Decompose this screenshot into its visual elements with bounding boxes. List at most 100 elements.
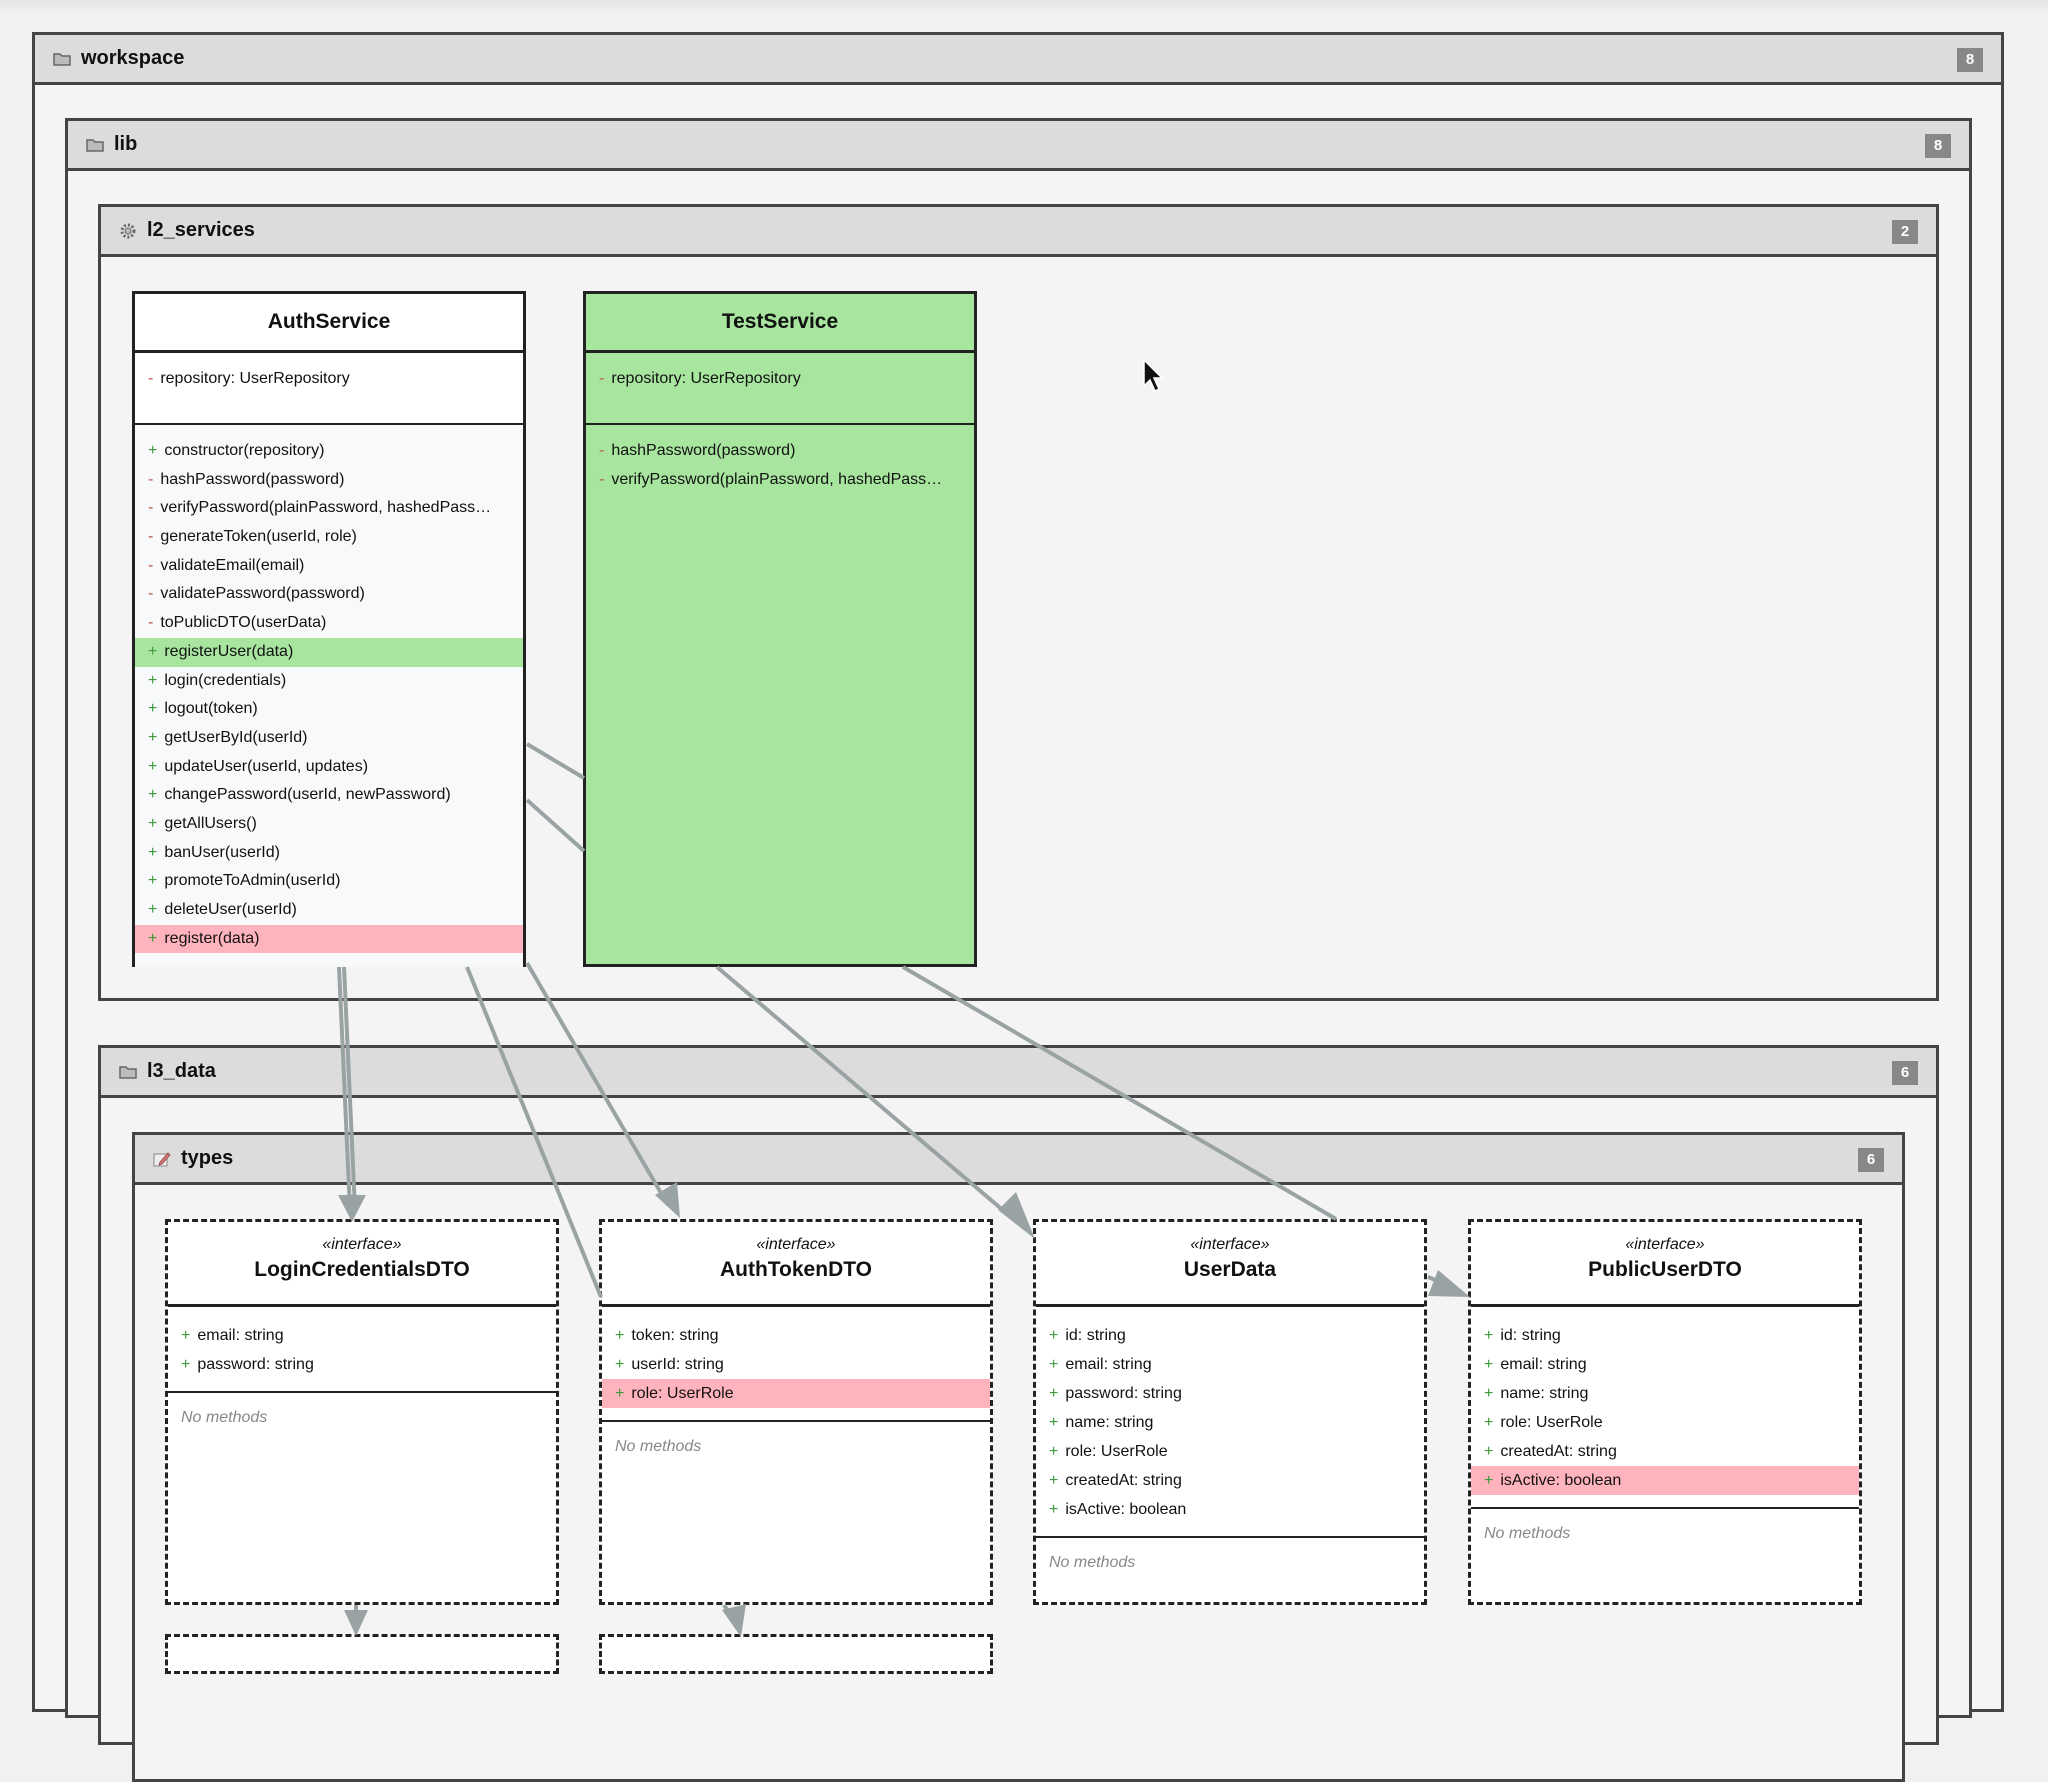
class-header[interactable]: «interface» AuthTokenDTO <box>602 1222 990 1307</box>
package-header[interactable]: types 6 <box>135 1135 1902 1185</box>
member-row[interactable]: + constructor(repository) <box>135 437 523 466</box>
member-row[interactable]: + email: string <box>1471 1350 1859 1379</box>
class-header[interactable]: «interface» PublicUserDTO <box>1471 1222 1859 1307</box>
public-visibility-marker: + <box>1484 1414 1494 1431</box>
member-row[interactable]: + getUserById(userId) <box>135 724 523 753</box>
class-name: TestService <box>721 310 839 333</box>
public-visibility-marker: + <box>181 1356 191 1373</box>
member-row[interactable]: + createdAt: string <box>1471 1437 1859 1466</box>
member-row[interactable]: + name: string <box>1471 1379 1859 1408</box>
gear-icon <box>119 223 137 239</box>
attributes-section: - repository: UserRepository <box>135 353 523 425</box>
class-header[interactable]: AuthService <box>135 294 523 353</box>
class-header[interactable]: TestService <box>586 294 974 353</box>
class-auth-token-dto[interactable]: «interface» AuthTokenDTO + token: string +… <box>599 1219 993 1605</box>
member-row[interactable]: - hashPassword(password) <box>586 437 974 466</box>
member-row[interactable]: + id: string <box>1036 1321 1424 1350</box>
member-row[interactable]: + token: string <box>602 1321 990 1350</box>
public-visibility-marker: + <box>148 786 158 804</box>
attribute-list: + id: string + email: string + password: stri… <box>1036 1321 1424 1524</box>
class-name: AuthService <box>267 310 391 333</box>
member-row[interactable]: - validateEmail(email) <box>135 552 523 581</box>
class-box-partial[interactable] <box>599 1634 993 1674</box>
member-row[interactable]: + createdAt: string <box>1036 1466 1424 1495</box>
member-row[interactable]: + deleteUser(userId) <box>135 896 523 925</box>
member-text: updateUser(userId, updates) <box>164 757 369 775</box>
member-row[interactable]: + logout(token) <box>135 695 523 724</box>
member-row[interactable]: + registerUser(data) <box>135 637 523 667</box>
member-text: getUserById(userId) <box>164 728 308 746</box>
member-text: email: string <box>1065 1356 1152 1373</box>
attributes-section: - repository: UserRepository <box>586 353 974 425</box>
member-row[interactable]: + isActive: boolean <box>1036 1495 1424 1524</box>
member-text: banUser(userId) <box>164 843 280 861</box>
class-auth-service[interactable]: AuthService - repository: UserRepository … <box>132 291 526 967</box>
stereotype-label: «interface» <box>1190 1236 1270 1253</box>
member-row[interactable]: + role: UserRole <box>1471 1408 1859 1437</box>
member-row[interactable]: + register(data) <box>135 924 523 954</box>
public-visibility-marker: + <box>1049 1501 1059 1518</box>
no-methods-label: No methods <box>1484 1525 1571 1542</box>
class-test-service[interactable]: TestService - repository: UserRepository … <box>583 291 977 967</box>
stereotype-label: «interface» <box>1625 1236 1705 1253</box>
member-row[interactable]: + role: UserRole <box>602 1379 990 1408</box>
member-row[interactable]: - verifyPassword(plainPassword, hashedPas… <box>586 466 974 495</box>
methods-section: - hashPassword(password) - verifyPassword(p… <box>586 425 974 494</box>
member-text: password: string <box>197 1356 314 1373</box>
member-row[interactable]: + id: string <box>1471 1321 1859 1350</box>
member-text: validateEmail(email) <box>160 556 305 574</box>
public-visibility-marker: + <box>148 901 158 918</box>
member-row[interactable]: - validatePassword(password) <box>135 580 523 609</box>
package-header[interactable]: l3_data 6 <box>101 1048 1936 1098</box>
member-text: hashPassword(password) <box>160 470 345 488</box>
member-row[interactable]: - generateToken(userId, role) <box>135 523 523 552</box>
member-row[interactable]: - verifyPassword(plainPassword, hashedPas… <box>135 494 523 523</box>
member-row[interactable]: + email: string <box>168 1321 556 1350</box>
member-text: email: string <box>1500 1356 1587 1373</box>
class-name: UserData <box>1183 1258 1277 1281</box>
package-title: workspace <box>81 47 185 69</box>
class-box-partial[interactable] <box>165 1634 559 1674</box>
class-name: LoginCredentialsDTO <box>254 1258 470 1281</box>
package-header[interactable]: lib 8 <box>68 121 1969 171</box>
public-visibility-marker: + <box>148 757 158 775</box>
public-visibility-marker: + <box>1049 1472 1059 1489</box>
member-row[interactable]: + isActive: boolean <box>1471 1466 1859 1495</box>
class-header[interactable]: «interface» UserData <box>1036 1222 1424 1307</box>
member-row[interactable]: + changePassword(userId, newPassword) <box>135 781 523 810</box>
member-row[interactable]: + email: string <box>1036 1350 1424 1379</box>
class-public-user-dto[interactable]: «interface» PublicUserDTO + id: string + em… <box>1468 1219 1862 1605</box>
member-row[interactable]: + password: string <box>168 1350 556 1379</box>
class-user-data[interactable]: «interface» UserData + id: string + email: … <box>1033 1219 1427 1605</box>
member-text: role: UserRole <box>1500 1414 1603 1431</box>
member-text: deleteUser(userId) <box>164 901 297 918</box>
member-text: login(credentials) <box>164 671 287 689</box>
member-row[interactable]: + updateUser(userId, updates) <box>135 753 523 782</box>
class-login-credentials-dto[interactable]: «interface» LoginCredentialsDTO + email: … <box>165 1219 559 1605</box>
public-visibility-marker: + <box>1049 1385 1059 1402</box>
member-row[interactable]: + login(credentials) <box>135 667 523 696</box>
member-text: repository: UserRepository <box>160 370 350 387</box>
member-text: repository: UserRepository <box>611 370 801 387</box>
member-text: constructor(repository) <box>164 442 325 459</box>
member-row[interactable]: + getAllUsers() <box>135 810 523 839</box>
package-header[interactable]: workspace 8 <box>35 35 2001 85</box>
member-row[interactable]: - toPublicDTO(userData) <box>135 609 523 638</box>
member-row[interactable]: - hashPassword(password) <box>135 466 523 495</box>
private-visibility-marker: - <box>148 614 154 632</box>
member-row[interactable]: - repository: UserRepository <box>586 365 974 394</box>
class-header[interactable]: «interface» LoginCredentialsDTO <box>168 1222 556 1307</box>
member-row[interactable]: + role: UserRole <box>1036 1437 1424 1466</box>
public-visibility-marker: + <box>148 872 158 890</box>
member-row[interactable]: + promoteToAdmin(userId) <box>135 867 523 896</box>
member-row[interactable]: + password: string <box>1036 1379 1424 1408</box>
package-header[interactable]: l2_services 2 <box>101 207 1936 257</box>
member-row[interactable]: + userId: string <box>602 1350 990 1379</box>
member-row[interactable]: + name: string <box>1036 1408 1424 1437</box>
package-count-badge: 2 <box>1892 220 1918 244</box>
member-row[interactable]: - repository: UserRepository <box>135 365 523 394</box>
member-text: generateToken(userId, role) <box>160 528 357 546</box>
member-row[interactable]: + banUser(userId) <box>135 839 523 868</box>
package-title: l2_services <box>147 219 255 241</box>
member-text: id: string <box>1500 1327 1561 1344</box>
